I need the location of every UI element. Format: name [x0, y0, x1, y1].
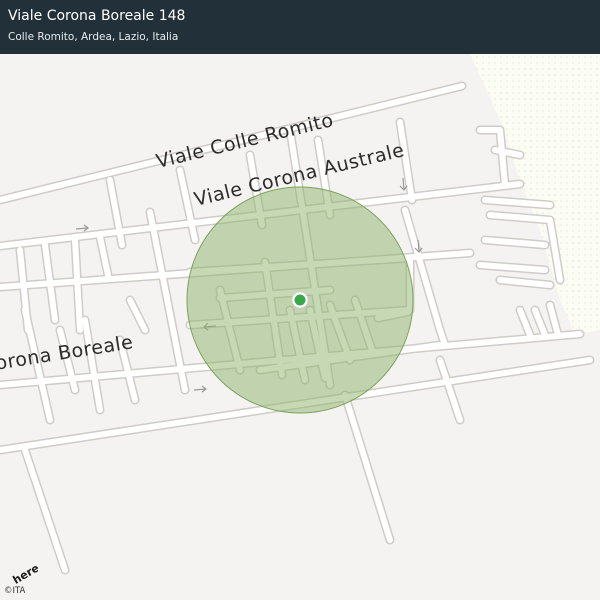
- map-attribution: ©ITA: [4, 586, 26, 596]
- location-dot-icon[interactable]: [291, 291, 309, 309]
- location-header: Viale Corona Boreale 148 Colle Romito, A…: [0, 0, 600, 54]
- map-canvas[interactable]: Viale Colle Romito Viale Corona Australe…: [0, 0, 600, 600]
- map-view[interactable]: Viale Colle Romito Viale Corona Australe…: [0, 0, 600, 600]
- address-subtitle: Colle Romito, Ardea, Lazio, Italia: [8, 31, 179, 43]
- address-title: Viale Corona Boreale 148: [8, 8, 186, 24]
- here-logo: here: [11, 562, 38, 584]
- logo-text: here: [11, 562, 38, 584]
